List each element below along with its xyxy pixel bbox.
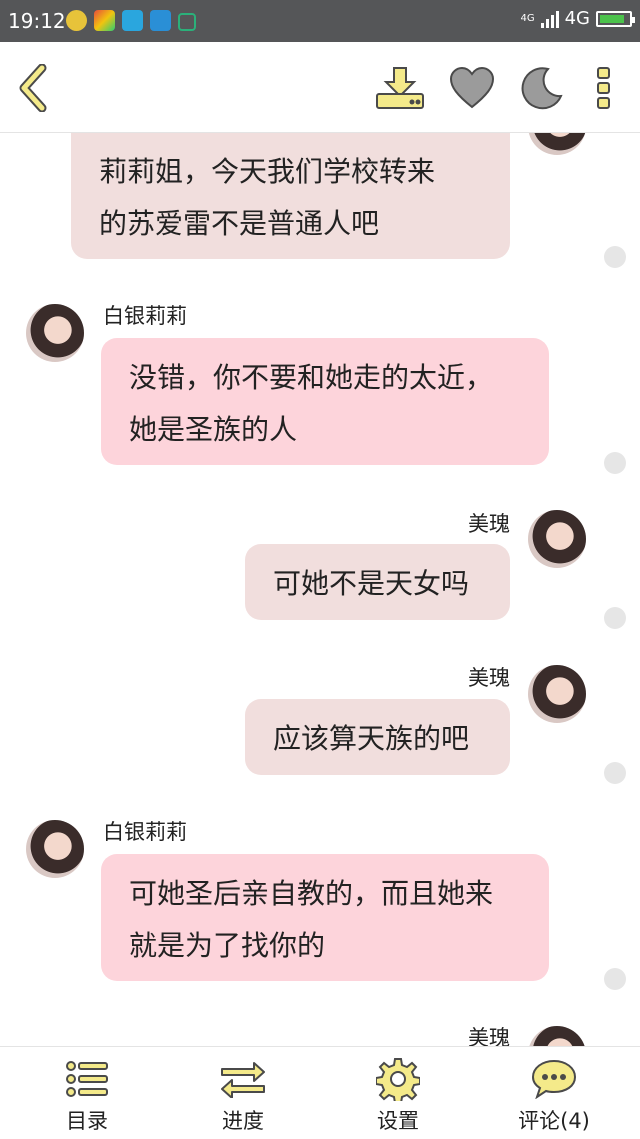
sender-name: 白银莉莉 — [103, 820, 187, 844]
nav-comments[interactable]: 评论(4) — [499, 1057, 609, 1135]
avatar[interactable] — [528, 132, 586, 155]
message-line: 她是圣族的人 — [129, 413, 298, 446]
message-line: 可她圣后亲自教的，而且她来 — [129, 877, 494, 910]
avatar[interactable] — [528, 510, 586, 568]
gear-icon — [376, 1058, 420, 1101]
battery-icon — [596, 10, 635, 27]
message-line: 没错，你不要和她走的太近， — [129, 361, 494, 394]
nav-catalog-label: 目录 — [66, 1109, 108, 1133]
sender-name: 美瑰 — [468, 512, 510, 536]
status-bar: 19:12 4G 4G — [0, 0, 640, 42]
avatar[interactable] — [528, 1026, 586, 1046]
swap-arrows-icon — [221, 1062, 265, 1098]
message-line: 应该算天族的吧 — [273, 722, 470, 755]
network-small: 4G — [520, 13, 535, 24]
sender-name: 美瑰 — [468, 1026, 510, 1046]
notification-icons — [66, 10, 196, 31]
status-dot — [604, 762, 626, 784]
reader-toolbar — [0, 42, 640, 133]
nav-comments-label: 评论(4) — [518, 1109, 590, 1133]
comment-bubble-icon — [531, 1059, 577, 1099]
night-mode-button[interactable] — [516, 62, 568, 114]
back-button[interactable] — [8, 62, 60, 114]
status-dot — [604, 968, 626, 990]
nav-settings-label: 设置 — [377, 1109, 419, 1133]
plus-badge-icon — [66, 10, 87, 31]
message-line: 的苏爱雷不是普通人吧 — [99, 207, 380, 240]
nav-progress-label: 进度 — [222, 1109, 264, 1133]
message-icon — [122, 10, 143, 31]
download-icon — [376, 67, 424, 109]
nav-progress[interactable]: 进度 — [188, 1057, 298, 1135]
avatar[interactable] — [26, 820, 84, 878]
message-line: 可她不是天女吗 — [273, 567, 470, 600]
lock-icon — [178, 13, 196, 31]
scan-icon — [150, 10, 171, 31]
avatar[interactable] — [26, 304, 84, 362]
message-line: 就是为了找你的 — [129, 929, 326, 962]
more-button[interactable] — [578, 62, 630, 114]
status-time: 19:12 — [8, 9, 66, 33]
download-button[interactable] — [374, 62, 426, 114]
message-bubble[interactable]: 可她圣后亲自教的，而且她来 就是为了找你的 — [101, 854, 549, 981]
list-icon — [66, 1061, 108, 1097]
app-icon — [94, 10, 115, 31]
message-bubble[interactable]: 没错，你不要和她走的太近， 她是圣族的人 — [101, 338, 549, 465]
nav-settings[interactable]: 设置 — [343, 1057, 453, 1135]
moon-icon — [521, 67, 563, 110]
network-label: 4G — [564, 8, 590, 29]
sender-name: 白银莉莉 — [103, 304, 187, 328]
chevron-left-icon — [19, 64, 47, 112]
status-dot — [604, 452, 626, 474]
sender-name: 美瑰 — [468, 666, 510, 690]
bottom-nav: 目录 进度 设置 评论(4) — [0, 1046, 640, 1139]
message-line: 莉莉姐，今天我们学校转来 — [99, 155, 436, 188]
status-dot — [604, 607, 626, 629]
message-bubble[interactable]: 可她不是天女吗 — [245, 544, 510, 620]
more-vertical-icon — [597, 67, 610, 109]
favorite-button[interactable] — [446, 62, 498, 114]
avatar[interactable] — [528, 665, 586, 723]
chat-area[interactable]: 莉莉姐，今天我们学校转来 的苏爱雷不是普通人吧 白银莉莉 没错，你不要和她走的太… — [0, 132, 640, 1046]
signal-icon — [540, 10, 559, 28]
message-bubble[interactable]: 莉莉姐，今天我们学校转来 的苏爱雷不是普通人吧 — [71, 132, 510, 259]
nav-catalog[interactable]: 目录 — [32, 1057, 142, 1135]
message-bubble[interactable]: 应该算天族的吧 — [245, 699, 510, 775]
status-dot — [604, 246, 626, 268]
heart-icon — [449, 67, 495, 109]
